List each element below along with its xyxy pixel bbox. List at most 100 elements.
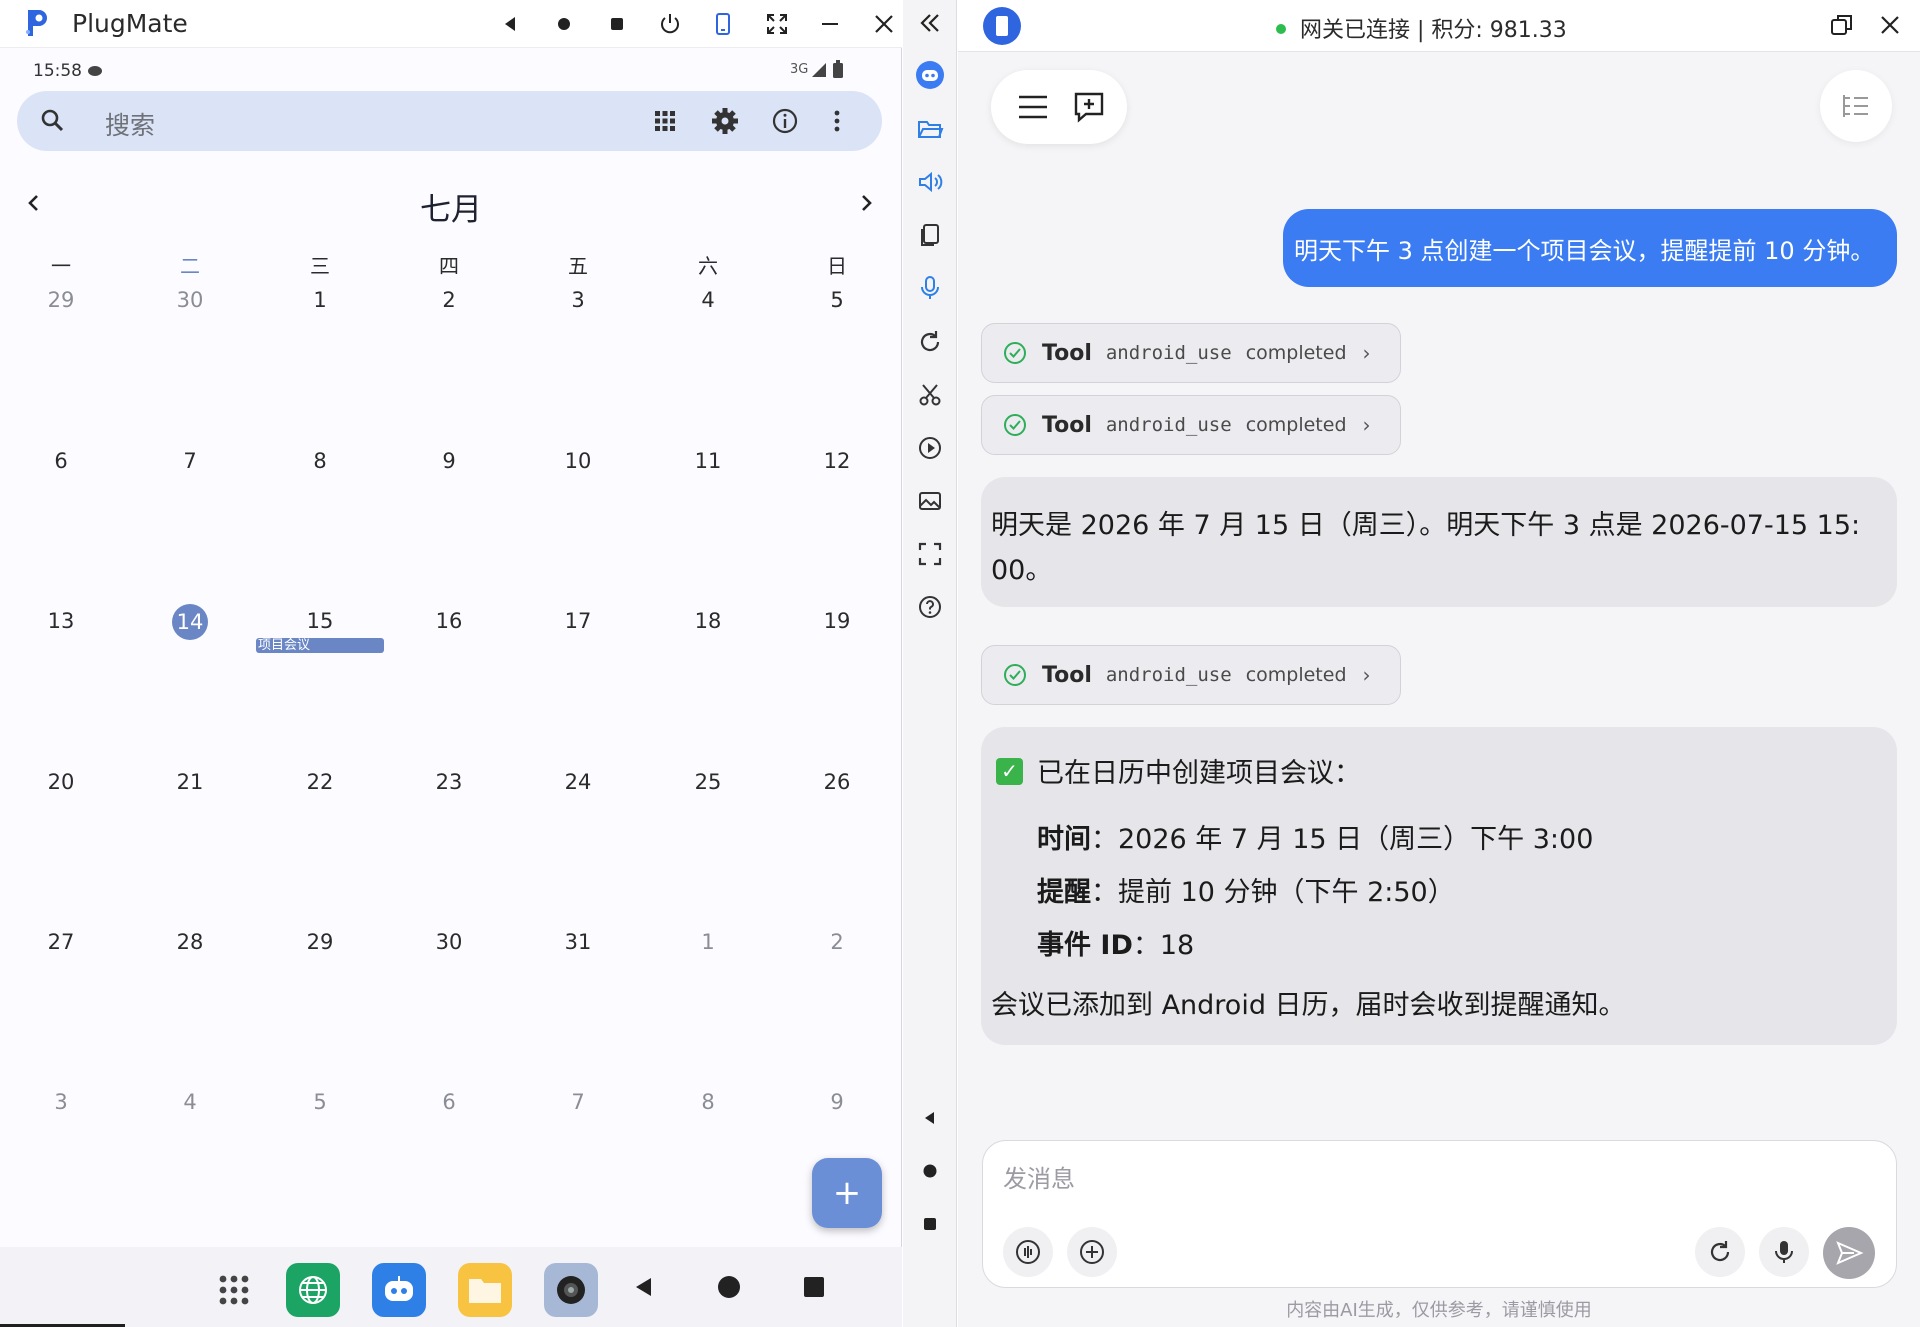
calendar-day[interactable]: 19	[807, 609, 867, 633]
record-button[interactable]	[913, 431, 947, 465]
calendar-day[interactable]: 11	[678, 449, 738, 473]
calendar-day[interactable]: 1	[290, 288, 350, 312]
refresh-button[interactable]	[913, 325, 947, 359]
nav-home-button[interactable]	[714, 1272, 744, 1302]
side-home-button[interactable]	[913, 1154, 947, 1188]
fit-screen-button[interactable]	[913, 537, 947, 571]
calendar-day[interactable]: 3	[548, 288, 608, 312]
calendar-day[interactable]: 23	[419, 770, 479, 794]
calendar-day[interactable]: 15	[290, 609, 350, 633]
calendar-day[interactable]: 4	[678, 288, 738, 312]
outline-button[interactable]	[1820, 70, 1892, 142]
home-control-button[interactable]	[546, 6, 582, 42]
rotate-device-button[interactable]	[705, 6, 741, 42]
voice-input-button[interactable]	[1759, 1227, 1809, 1277]
close-icon[interactable]	[1876, 11, 1904, 39]
gallery-button[interactable]	[913, 484, 947, 518]
calendar-day[interactable]: 31	[548, 930, 608, 954]
calendar-day[interactable]: 2	[419, 288, 479, 312]
grid-view-icon[interactable]	[649, 105, 681, 137]
calendar-day[interactable]: 5	[290, 1090, 350, 1114]
result-footer: 会议已添加到 Android 日历，届时会收到提醒通知。	[991, 990, 1626, 1021]
camera-app-icon[interactable]	[544, 1263, 598, 1317]
calendar-day[interactable]: 6	[31, 449, 91, 473]
calendar-day[interactable]: 8	[290, 449, 350, 473]
calendar-day[interactable]: 18	[678, 609, 738, 633]
calendar-day[interactable]: 30	[419, 930, 479, 954]
attach-button[interactable]	[1067, 1227, 1117, 1277]
nav-back-button[interactable]	[629, 1272, 659, 1302]
files-button[interactable]	[913, 112, 947, 146]
calendar-day[interactable]: 6	[419, 1090, 479, 1114]
recents-control-button[interactable]	[599, 6, 635, 42]
calendar-day[interactable]: 21	[160, 770, 220, 794]
regenerate-button[interactable]	[1695, 1227, 1745, 1277]
info-icon[interactable]	[769, 105, 801, 137]
copy-button[interactable]	[913, 218, 947, 252]
calendar-day[interactable]: 1	[678, 930, 738, 954]
calendar-day[interactable]: 16	[419, 609, 479, 633]
calendar-day[interactable]: 13	[31, 609, 91, 633]
fullscreen-button[interactable]	[759, 6, 795, 42]
calendar-day[interactable]: 28	[160, 930, 220, 954]
assistant-button[interactable]	[913, 58, 947, 92]
calendar-day[interactable]: 4	[160, 1090, 220, 1114]
search-bar[interactable]: 搜索	[17, 91, 882, 151]
close-window-button[interactable]	[866, 6, 902, 42]
calendar-day[interactable]: 9	[419, 449, 479, 473]
calendar-day[interactable]: 3	[31, 1090, 91, 1114]
calendar-day[interactable]: 20	[31, 770, 91, 794]
calendar-day[interactable]: 30	[160, 288, 220, 312]
microphone-button[interactable]	[913, 271, 947, 305]
calendar-day[interactable]: 24	[548, 770, 608, 794]
assistant-app-icon[interactable]	[372, 1263, 426, 1317]
minimize-button[interactable]	[812, 6, 848, 42]
send-button[interactable]	[1823, 1227, 1875, 1279]
nav-recents-button[interactable]	[799, 1272, 829, 1302]
files-app-icon[interactable]	[458, 1263, 512, 1317]
circle-icon	[718, 1276, 740, 1298]
calendar-day[interactable]: 7	[548, 1090, 608, 1114]
calendar-event-chip[interactable]: 项目会议	[256, 638, 384, 653]
calendar-day[interactable]: 9	[807, 1090, 867, 1114]
help-button[interactable]	[913, 590, 947, 624]
app-drawer-icon[interactable]	[207, 1263, 261, 1317]
checkmark-icon: ✓	[996, 758, 1023, 785]
calendar-day-today[interactable]: 14	[172, 604, 208, 640]
side-back-button[interactable]	[913, 1101, 947, 1135]
calendar-day[interactable]: 29	[31, 288, 91, 312]
calendar-day[interactable]: 8	[678, 1090, 738, 1114]
weekday-label: 六	[698, 254, 718, 278]
calendar-day[interactable]: 17	[548, 609, 608, 633]
back-control-button[interactable]	[493, 6, 529, 42]
collapse-sidebar-button[interactable]	[913, 6, 947, 40]
calendar-day[interactable]: 26	[807, 770, 867, 794]
more-vertical-icon[interactable]	[821, 105, 853, 137]
calendar-day[interactable]: 10	[548, 449, 608, 473]
menu-icon[interactable]	[1014, 88, 1052, 126]
calendar-day[interactable]: 27	[31, 930, 91, 954]
voice-mode-button[interactable]	[1003, 1227, 1053, 1277]
calendar-day[interactable]: 7	[160, 449, 220, 473]
popout-icon[interactable]	[1828, 11, 1856, 39]
side-recents-button[interactable]	[913, 1207, 947, 1241]
calendar-day[interactable]: 5	[807, 288, 867, 312]
tool-call-card[interactable]: Tool android_use completed ›	[981, 395, 1401, 455]
tool-call-card[interactable]: Tool android_use completed ›	[981, 323, 1401, 383]
add-event-fab[interactable]: +	[812, 1158, 882, 1228]
browser-app-icon[interactable]	[286, 1263, 340, 1317]
device-button[interactable]	[983, 7, 1021, 45]
calendar-day[interactable]: 25	[678, 770, 738, 794]
calendar-day[interactable]: 29	[290, 930, 350, 954]
power-button[interactable]	[652, 6, 688, 42]
calendar-day[interactable]: 22	[290, 770, 350, 794]
chevron-right-icon[interactable]	[852, 188, 882, 218]
message-input[interactable]: 发消息	[1003, 1159, 1075, 1194]
gear-icon[interactable]	[709, 105, 741, 137]
calendar-day[interactable]: 12	[807, 449, 867, 473]
tool-call-card[interactable]: Tool android_use completed ›	[981, 645, 1401, 705]
screenshot-cut-button[interactable]	[913, 378, 947, 412]
calendar-day[interactable]: 2	[807, 930, 867, 954]
volume-button[interactable]	[913, 165, 947, 199]
new-chat-icon[interactable]	[1070, 88, 1108, 126]
